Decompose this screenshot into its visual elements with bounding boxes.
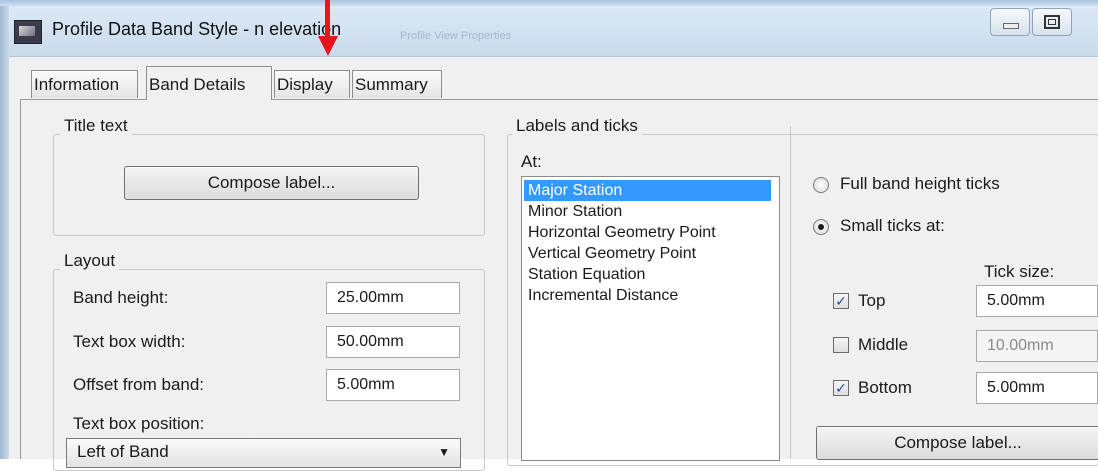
small-ticks-radio[interactable] xyxy=(813,219,829,235)
tick-size-label: Tick size: xyxy=(984,262,1055,281)
list-item-incremental-distance[interactable]: Incremental Distance xyxy=(522,285,779,306)
list-item-horizontal-geometry-point[interactable]: Horizontal Geometry Point xyxy=(522,222,779,243)
labels-ticks-group-label: Labels and ticks xyxy=(512,116,642,136)
middle-label: Middle xyxy=(858,335,909,354)
tab-display[interactable]: Display xyxy=(274,70,350,98)
text-box-width-field[interactable]: 50.00mm xyxy=(326,326,460,358)
list-item-minor-station[interactable]: Minor Station xyxy=(522,201,779,222)
small-ticks-label: Small ticks at: xyxy=(840,216,945,235)
band-height-label: Band height: xyxy=(73,288,169,307)
app-icon xyxy=(14,20,42,44)
chevron-down-icon: ▼ xyxy=(438,445,450,459)
window-title: Profile Data Band Style - n elevation xyxy=(52,19,342,39)
tab-summary[interactable]: Summary xyxy=(352,70,442,98)
minimize-button[interactable] xyxy=(990,8,1030,36)
full-band-ticks-label: Full band height ticks xyxy=(840,174,1000,193)
middle-tick-size-field[interactable]: 10.00mm xyxy=(976,330,1098,362)
top-label: Top xyxy=(858,291,886,310)
annotation-arrow-icon xyxy=(318,0,338,56)
at-label: At: xyxy=(521,152,542,171)
list-item-major-station[interactable]: Major Station xyxy=(524,180,771,201)
title-text-group-label: Title text xyxy=(60,116,132,136)
band-height-field[interactable]: 25.00mm xyxy=(326,282,460,314)
middle-checkbox[interactable] xyxy=(833,337,849,353)
maximize-button[interactable] xyxy=(1032,8,1072,36)
list-item-station-equation[interactable]: Station Equation xyxy=(522,264,779,285)
ticks-compose-label-button[interactable]: Compose label... xyxy=(816,426,1098,460)
top-checkbox[interactable]: ✓ xyxy=(833,293,849,309)
tab-band-details[interactable]: Band Details xyxy=(146,66,272,100)
tab-panel-border xyxy=(20,99,21,459)
text-box-position-label: Text box position: xyxy=(73,414,205,433)
text-box-position-value: Left of Band xyxy=(77,442,169,461)
bottom-checkbox[interactable]: ✓ xyxy=(833,380,849,396)
layout-group-label: Layout xyxy=(60,251,120,271)
list-item-vertical-geometry-point[interactable]: Vertical Geometry Point xyxy=(522,243,779,264)
offset-from-band-label: Offset from band: xyxy=(73,375,205,394)
background-window-title: Profile View Properties xyxy=(400,30,512,42)
full-band-ticks-radio[interactable] xyxy=(813,177,829,193)
offset-from-band-field[interactable]: 5.00mm xyxy=(326,369,460,401)
top-tick-size-field[interactable]: 5.00mm xyxy=(976,285,1098,317)
bottom-tick-size-field[interactable]: 5.00mm xyxy=(976,372,1098,404)
at-listbox[interactable]: Major Station Minor Station Horizontal G… xyxy=(521,176,780,461)
group-divider xyxy=(790,126,791,459)
bottom-label: Bottom xyxy=(858,378,912,397)
title-compose-label-button[interactable]: Compose label... xyxy=(124,166,419,200)
minimize-icon xyxy=(1003,23,1019,29)
tab-information[interactable]: Information xyxy=(31,70,138,98)
text-box-width-label: Text box width: xyxy=(73,332,186,351)
text-box-position-select[interactable]: Left of Band ▼ xyxy=(66,438,461,468)
window-left-edge xyxy=(0,6,9,459)
